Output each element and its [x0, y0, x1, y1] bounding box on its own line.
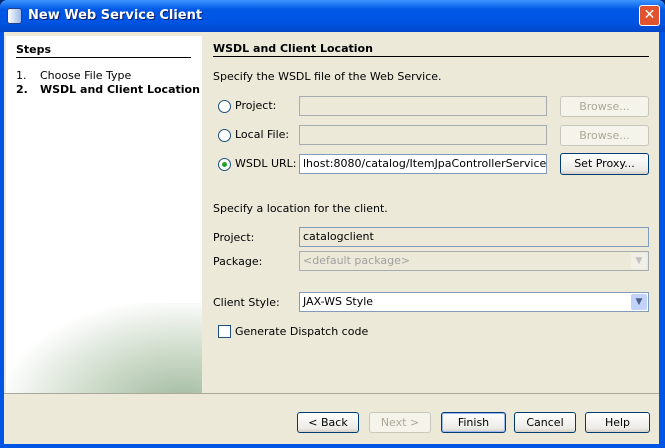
step-number: 2.	[16, 83, 28, 96]
close-button[interactable]: ✕	[639, 5, 660, 26]
client-style-select[interactable]: JAX-WS Style ▼	[299, 292, 649, 312]
back-button[interactable]: < Back	[297, 412, 359, 433]
wsdl-url-input[interactable]: lhost:8080/catalog/ItemJpaControllerServ…	[299, 154, 547, 174]
client-prompt: Specify a location for the client.	[213, 202, 388, 215]
steps-panel: Steps 1. Choose File Type 2. WSDL and Cl…	[6, 36, 202, 393]
app-icon	[7, 8, 22, 24]
generate-dispatch-label[interactable]: Generate Dispatch code	[235, 325, 368, 338]
finish-button[interactable]: Finish	[441, 412, 506, 433]
steps-heading: Steps	[16, 43, 52, 56]
local-file-radio-label[interactable]: Local File:	[235, 128, 289, 141]
client-style-label: Client Style:	[213, 296, 280, 309]
project-path-input[interactable]	[299, 96, 547, 116]
wsdl-prompt: Specify the WSDL file of the Web Service…	[213, 70, 442, 83]
client-style-value: JAX-WS Style	[303, 295, 374, 308]
window-title: New Web Service Client	[28, 8, 203, 23]
cancel-button[interactable]: Cancel	[514, 412, 576, 433]
help-button[interactable]: Help	[585, 412, 650, 433]
chevron-down-icon: ▼	[631, 253, 647, 269]
project-label: Project:	[213, 231, 255, 244]
wsdl-url-radio-label[interactable]: WSDL URL:	[235, 157, 296, 170]
step-wsdl-client-location: WSDL and Client Location	[40, 83, 200, 96]
next-button[interactable]: Next >	[369, 412, 431, 433]
project-radio[interactable]	[218, 100, 231, 113]
project-name-field: catalogclient	[299, 227, 649, 247]
package-select[interactable]: <default package> ▼	[299, 251, 649, 271]
page-heading: WSDL and Client Location	[213, 42, 373, 55]
set-proxy-button[interactable]: Set Proxy...	[560, 153, 649, 175]
local-file-input[interactable]	[299, 125, 547, 145]
local-file-radio[interactable]	[218, 129, 231, 142]
dialog-window: New Web Service Client ✕ Steps 1. Choose…	[0, 0, 665, 448]
package-label: Package:	[213, 255, 263, 268]
project-radio-label[interactable]: Project:	[235, 99, 276, 112]
title-bar: New Web Service Client ✕	[0, 0, 665, 32]
browse-local-button[interactable]: Browse...	[560, 125, 649, 146]
package-value: <default package>	[303, 254, 411, 267]
generate-dispatch-checkbox[interactable]	[218, 325, 231, 338]
dialog-body: Steps 1. Choose File Type 2. WSDL and Cl…	[4, 32, 659, 444]
wsdl-url-radio[interactable]	[218, 158, 231, 171]
button-bar-divider	[4, 393, 659, 394]
decorative-wave	[6, 303, 202, 393]
chevron-down-icon[interactable]: ▼	[631, 294, 647, 310]
browse-project-button[interactable]: Browse...	[560, 96, 649, 117]
step-number: 1.	[16, 69, 27, 82]
step-choose-file-type: Choose File Type	[40, 69, 132, 82]
